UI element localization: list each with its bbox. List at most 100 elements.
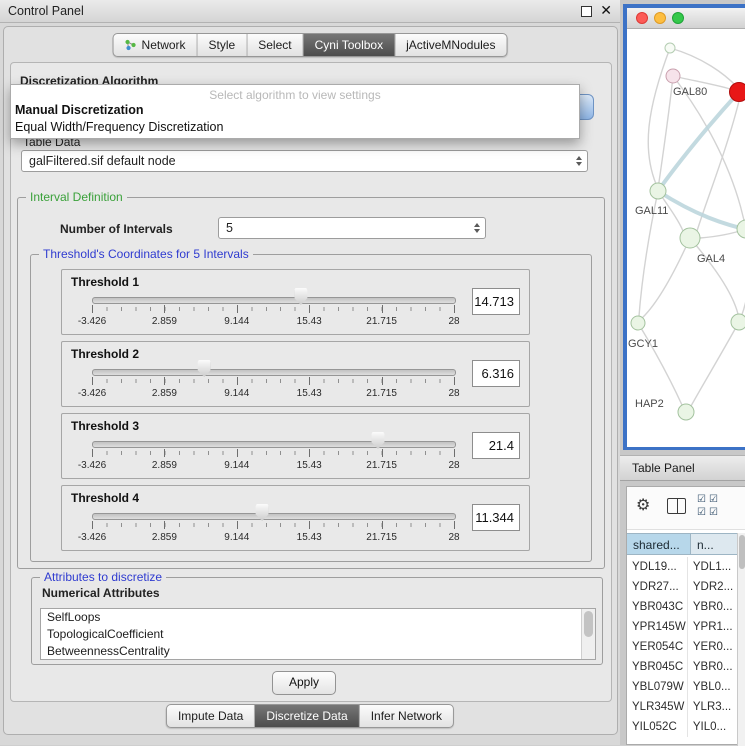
numerical-attributes-list: SelfLoops TopologicalCoefficient Between… (40, 608, 596, 660)
table-panel-title: Table Panel (632, 461, 695, 475)
node[interactable] (737, 220, 745, 238)
table-row[interactable]: YBR045CYBR0... (627, 657, 745, 677)
node[interactable] (665, 43, 675, 53)
combo-stepper-icon (474, 223, 480, 233)
threshold-2-box: Threshold 2 -3.4262.8599.14415.4321.7152… (61, 341, 530, 407)
threshold-2-value-field[interactable]: 6.316 (472, 360, 520, 387)
close-icon[interactable]: ✕ (600, 2, 612, 19)
num-intervals-value: 5 (226, 221, 233, 235)
close-traffic-icon[interactable] (636, 12, 648, 24)
attributes-group: Attributes to discretize Numerical Attri… (31, 577, 603, 665)
scrollbar-thumb[interactable] (584, 611, 593, 637)
table-header-row: shared... n... (627, 533, 745, 555)
table-row[interactable]: YLR345WYLR3... (627, 697, 745, 717)
table-row[interactable]: YBL079WYBL0... (627, 677, 745, 697)
checkbox-icon[interactable]: ☑ (709, 494, 721, 507)
checkbox-icon[interactable]: ☑ (697, 507, 709, 520)
tab-style-label: Style (209, 38, 236, 52)
threshold-3-value-field[interactable]: 21.4 (472, 432, 520, 459)
node[interactable] (731, 314, 745, 330)
scrollbar-thumb[interactable] (739, 535, 745, 569)
node-label: GAL80 (673, 86, 707, 98)
threshold-4-slider-thumb[interactable] (256, 504, 269, 521)
table-row[interactable]: YIL052CYIL0... (627, 717, 745, 737)
threshold-1-slider-thumb[interactable] (294, 288, 307, 305)
algorithm-option-manual[interactable]: Manual Discretization (11, 102, 579, 119)
table-row[interactable]: YDR27...YDR2... (627, 577, 745, 597)
table-data-combo[interactable]: galFiltered.sif default node (21, 150, 588, 172)
control-panel-window: Control Panel ✕ Network Style Select Cyn… (0, 0, 620, 745)
table-panel-header: Table Panel (620, 455, 745, 481)
tab-discretize-data-label: Discretize Data (266, 709, 347, 723)
table-row[interactable]: YDL19...YDL1... (627, 557, 745, 577)
node[interactable] (678, 404, 694, 420)
list-scrollbar[interactable] (581, 609, 595, 659)
tab-select[interactable]: Select (247, 34, 303, 56)
network-nodes[interactable] (631, 43, 745, 420)
minimize-traffic-icon[interactable] (654, 12, 666, 24)
num-intervals-combo[interactable]: 5 (218, 217, 486, 239)
column-header-shared-name[interactable]: shared... (627, 533, 691, 555)
checkbox-icon[interactable]: ☑ (697, 494, 709, 507)
network-view-window: GAL80 GAL11 GAL4 GCY1 HAP2 (623, 4, 745, 450)
node-label: GCY1 (628, 338, 658, 350)
window-title: Control Panel (8, 4, 84, 18)
node-label: GAL4 (697, 253, 725, 265)
table-row[interactable]: YER054CYER0... (627, 637, 745, 657)
tab-network[interactable]: Network (114, 34, 198, 56)
tab-impute-data-label: Impute Data (178, 709, 243, 723)
attributes-group-title: Attributes to discretize (40, 570, 166, 584)
table-body: YDL19...YDL1... YDR27...YDR2... YBR043CY… (627, 557, 745, 737)
node[interactable] (650, 183, 666, 199)
table-toolbar: ⚙ ☑ ☑ ☑ ☑ (627, 487, 745, 530)
minimize-icon[interactable] (581, 6, 592, 17)
node-selected-red[interactable] (730, 83, 745, 102)
algorithm-option-equal-width[interactable]: Equal Width/Frequency Discretization (11, 119, 579, 136)
table-panel-card: ⚙ ☑ ☑ ☑ ☑ shared... n... YDL19...YDL1...… (626, 486, 745, 745)
thresholds-group-title: Threshold's Coordinates for 5 Intervals (39, 247, 253, 261)
node[interactable] (680, 228, 700, 248)
table-scrollbar[interactable] (737, 533, 745, 746)
list-item[interactable]: TopologicalCoefficient (41, 626, 595, 643)
window-titlebar: Control Panel ✕ (0, 0, 620, 23)
threshold-1-value-field[interactable]: 14.713 (472, 288, 520, 315)
tab-jactivemnodules[interactable]: jActiveMNodules (395, 34, 506, 56)
network-canvas[interactable]: GAL80 GAL11 GAL4 GCY1 HAP2 (627, 29, 745, 447)
tab-discretize-data[interactable]: Discretize Data (255, 705, 359, 727)
node[interactable] (631, 316, 645, 330)
tab-style[interactable]: Style (198, 34, 248, 56)
tab-impute-data[interactable]: Impute Data (167, 705, 255, 727)
tab-cyni-toolbox[interactable]: Cyni Toolbox (304, 34, 395, 56)
network-window-titlebar (627, 8, 745, 29)
apply-button[interactable]: Apply (272, 671, 336, 695)
list-item[interactable]: BetweennessCentrality (41, 643, 595, 660)
interval-definition-title: Interval Definition (26, 190, 127, 204)
zoom-traffic-icon[interactable] (672, 12, 684, 24)
num-intervals-label: Number of Intervals (60, 222, 173, 236)
cyni-content-panel: Table Data galFiltered.sif default node … (10, 62, 612, 702)
tab-cyni-toolbox-label: Cyni Toolbox (315, 38, 383, 52)
checkbox-icon[interactable]: ☑ (709, 507, 721, 520)
table-data-combo-value: galFiltered.sif default node (29, 154, 176, 168)
algorithm-hint: Select algorithm to view settings (11, 85, 579, 102)
bottom-tabbar: Impute Data Discretize Data Infer Networ… (166, 704, 454, 728)
threshold-3-slider-thumb[interactable] (371, 432, 384, 449)
checkbox-icons[interactable]: ☑ ☑ ☑ ☑ (697, 494, 723, 520)
network-icon (125, 39, 137, 51)
thresholds-group: Threshold's Coordinates for 5 Intervals … (30, 254, 592, 562)
node[interactable] (666, 69, 680, 83)
interval-definition-group: Interval Definition Number of Intervals … (17, 197, 605, 569)
threshold-4-value-field[interactable]: 11.344 (472, 504, 520, 531)
table-row[interactable]: YPR145WYPR1... (627, 617, 745, 637)
columns-icon[interactable] (667, 498, 686, 514)
gear-icon[interactable]: ⚙ (636, 495, 650, 515)
list-item[interactable]: SelfLoops (41, 609, 595, 626)
threshold-2-slider-thumb[interactable] (198, 360, 211, 377)
algorithm-dropdown-popup: Select algorithm to view settings Manual… (10, 84, 580, 139)
combo-stepper-icon (576, 156, 582, 166)
top-tabbar: Network Style Select Cyni Toolbox jActiv… (113, 33, 508, 57)
tab-infer-network[interactable]: Infer Network (360, 705, 453, 727)
table-row[interactable]: YBR043CYBR0... (627, 597, 745, 617)
network-graph: GAL80 GAL11 GAL4 GCY1 HAP2 (627, 29, 745, 447)
node-label: GAL11 (635, 205, 668, 217)
